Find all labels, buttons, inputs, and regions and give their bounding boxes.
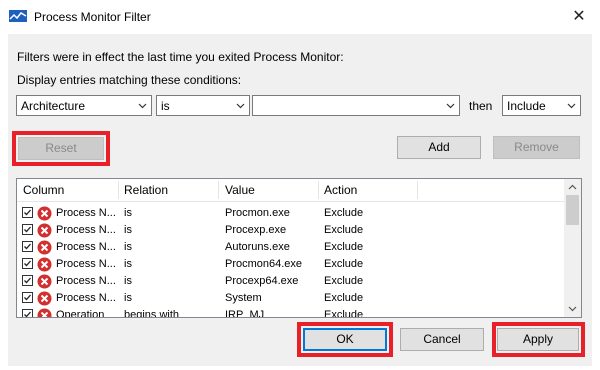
row-relation: begins with	[124, 309, 180, 318]
row-relation: is	[124, 275, 132, 287]
header-value[interactable]: Value	[225, 183, 255, 197]
row-value: Autoruns.exe	[225, 241, 290, 253]
row-relation: is	[124, 258, 132, 270]
row-checkbox[interactable]	[22, 292, 33, 303]
row-checkbox[interactable]	[22, 258, 33, 269]
row-value: System	[225, 292, 262, 304]
table-row[interactable]: Process N... is System Exclude	[17, 290, 565, 307]
column-dropdown[interactable]: Architecture	[16, 95, 152, 116]
header-relation[interactable]: Relation	[124, 183, 168, 197]
conditions-label: Display entries matching these condition…	[17, 73, 242, 87]
exclude-x-icon	[37, 206, 52, 221]
exclude-x-icon	[37, 308, 52, 317]
action-dropdown-value: Include	[507, 99, 546, 113]
row-column: Process N...	[56, 241, 116, 253]
row-checkbox[interactable]	[22, 275, 33, 286]
chevron-down-icon	[446, 103, 455, 109]
exclude-x-icon	[37, 223, 52, 238]
row-action: Exclude	[324, 241, 364, 253]
row-action: Exclude	[324, 309, 364, 318]
row-value: IRP_MJ_	[225, 309, 271, 318]
title-bar: Process Monitor Filter ✕	[0, 0, 600, 34]
close-icon: ✕	[572, 8, 586, 25]
row-column: Process N...	[56, 224, 116, 236]
vertical-scrollbar[interactable]	[564, 179, 581, 317]
row-relation: is	[124, 292, 132, 304]
reset-highlight-box	[12, 131, 110, 166]
exclude-x-icon	[37, 274, 52, 289]
scroll-down-icon[interactable]	[568, 304, 577, 313]
value-combobox[interactable]	[252, 95, 460, 116]
row-value: Procmon.exe	[225, 207, 290, 219]
header-column[interactable]: Column	[23, 183, 64, 197]
row-relation: is	[124, 224, 132, 236]
exclude-x-icon	[37, 240, 52, 255]
table-row[interactable]: Process N... is Procmon.exe Exclude	[17, 205, 565, 222]
window-title: Process Monitor Filter	[34, 10, 151, 24]
action-dropdown[interactable]: Include	[502, 95, 581, 116]
row-column: Process N...	[56, 275, 116, 287]
row-value: Procexp64.exe	[225, 275, 299, 287]
row-action: Exclude	[324, 292, 364, 304]
column-dropdown-value: Architecture	[21, 99, 86, 113]
then-label: then	[469, 99, 493, 113]
chevron-down-icon	[236, 103, 245, 109]
row-column: Process N...	[56, 258, 116, 270]
chevron-down-icon	[138, 103, 147, 109]
exclude-x-icon	[37, 257, 52, 272]
row-relation: is	[124, 241, 132, 253]
cancel-button[interactable]: Cancel	[400, 328, 484, 351]
add-button[interactable]: Add	[397, 136, 481, 159]
table-row[interactable]: Process N... is Procmon64.exe Exclude	[17, 256, 565, 273]
apply-highlight-box	[492, 322, 585, 357]
row-value: Procmon64.exe	[225, 258, 303, 270]
header-action[interactable]: Action	[324, 183, 357, 197]
table-row[interactable]: Operation begins with IRP_MJ_ Exclude	[17, 307, 565, 318]
intro-text: Filters were in effect the last time you…	[17, 50, 344, 64]
table-row[interactable]: Process N... is Procexp64.exe Exclude	[17, 273, 565, 290]
relation-dropdown-value: is	[161, 99, 170, 113]
ok-highlight-box	[297, 322, 393, 357]
row-column: Process N...	[56, 207, 116, 219]
row-checkbox[interactable]	[22, 309, 33, 317]
filter-list[interactable]: Column Relation Value Action Process N..…	[16, 178, 582, 318]
row-column: Process N...	[56, 292, 116, 304]
process-monitor-icon	[9, 10, 27, 22]
row-action: Exclude	[324, 224, 364, 236]
row-checkbox[interactable]	[22, 224, 33, 235]
relation-dropdown[interactable]: is	[156, 95, 250, 116]
table-row[interactable]: Process N... is Autoruns.exe Exclude	[17, 239, 565, 256]
scrollbar-thumb[interactable]	[566, 195, 579, 225]
row-column: Operation	[56, 309, 105, 318]
row-action: Exclude	[324, 275, 364, 287]
exclude-x-icon	[37, 291, 52, 306]
row-action: Exclude	[324, 258, 364, 270]
row-checkbox[interactable]	[22, 241, 33, 252]
close-button[interactable]: ✕	[566, 4, 592, 30]
scroll-up-icon[interactable]	[568, 183, 577, 192]
row-checkbox[interactable]	[22, 207, 33, 218]
row-value: Procexp.exe	[225, 224, 287, 236]
chevron-down-icon	[567, 103, 576, 109]
row-relation: is	[124, 207, 132, 219]
list-header: Column Relation Value Action	[17, 179, 565, 202]
remove-button[interactable]: Remove	[493, 136, 580, 159]
table-row[interactable]: Process N... is Procexp.exe Exclude	[17, 222, 565, 239]
row-action: Exclude	[324, 207, 364, 219]
